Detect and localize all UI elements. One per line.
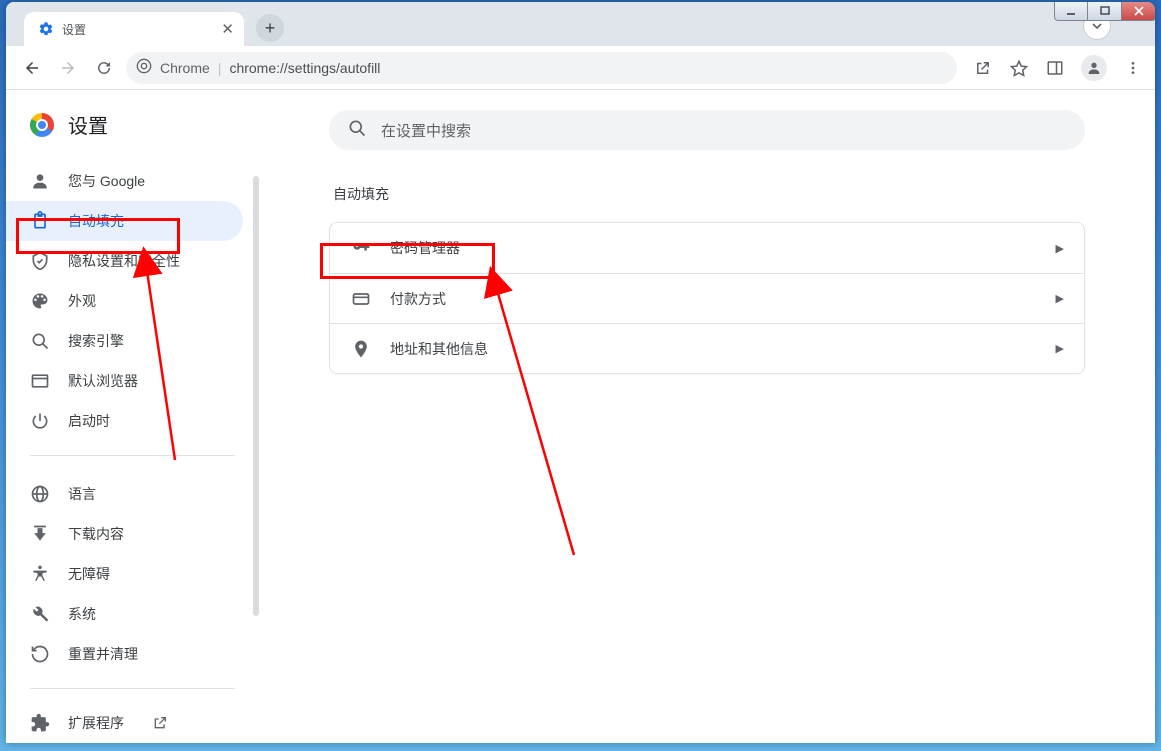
nav-system[interactable]: 系统 [6, 594, 243, 634]
star-icon[interactable] [1009, 58, 1029, 78]
puzzle-icon [30, 713, 50, 733]
external-link-icon [150, 713, 170, 733]
nav-label: 搜索引擎 [68, 331, 124, 351]
omnibox-url: chrome://settings/autofill [229, 60, 380, 76]
sidebar: 设置 您与 Google 自动填充 隐私设置和安全性 [6, 90, 255, 743]
nav-label: 启动时 [68, 411, 110, 431]
nav-downloads[interactable]: 下载内容 [6, 514, 243, 554]
card-icon [350, 288, 372, 310]
reload-button[interactable] [90, 54, 118, 82]
nav-label: 默认浏览器 [68, 371, 138, 391]
sidebar-wrap: 设置 您与 Google 自动填充 隐私设置和安全性 [6, 90, 259, 743]
nav-section-secondary: 语言 下载内容 无障碍 系统 [6, 470, 255, 674]
nav-extensions[interactable]: 扩展程序 [6, 703, 243, 743]
shield-icon [30, 251, 50, 271]
page-heading: 设置 [6, 90, 255, 157]
power-icon [30, 411, 50, 431]
omnibox-scheme: Chrome [160, 60, 210, 76]
nav-search-engine[interactable]: 搜索引擎 [6, 321, 243, 361]
toolbar-right [965, 55, 1143, 81]
nav-label: 下载内容 [68, 524, 124, 544]
nav-appearance[interactable]: 外观 [6, 281, 243, 321]
nav-you-and-google[interactable]: 您与 Google [6, 161, 243, 201]
page-title-text: 设置 [68, 110, 108, 139]
gear-icon [38, 21, 54, 37]
nav-label: 系统 [68, 604, 96, 624]
profile-avatar[interactable] [1081, 55, 1107, 81]
nav-label: 语言 [68, 484, 96, 504]
row-payment-methods[interactable]: 付款方式 ▶ [330, 273, 1084, 323]
search-icon [347, 118, 367, 142]
palette-icon [30, 291, 50, 311]
nav-divider [30, 688, 235, 689]
nav-label: 扩展程序 [68, 713, 124, 733]
restore-icon [30, 644, 50, 664]
omnibox[interactable]: Chrome | chrome://settings/autofill [126, 52, 957, 84]
section-heading: 自动填充 [333, 184, 1085, 204]
wrench-icon [30, 604, 50, 624]
row-label: 密码管理器 [390, 238, 460, 258]
browser-icon [30, 371, 50, 391]
chevron-right-icon: ▶ [1056, 342, 1064, 355]
omnibox-sep: | [218, 60, 222, 76]
nav-reset[interactable]: 重置并清理 [6, 634, 243, 674]
tab-strip: 设置 ✕ + [6, 2, 1155, 46]
chrome-url-icon [136, 58, 152, 77]
settings-content: 设置 您与 Google 自动填充 隐私设置和安全性 [6, 90, 1155, 743]
share-icon[interactable] [973, 58, 993, 78]
chrome-logo-icon [30, 113, 54, 137]
maximize-button[interactable] [1088, 2, 1122, 21]
menu-kebab-icon[interactable] [1123, 58, 1143, 78]
main-panel: 在设置中搜索 自动填充 密码管理器 ▶ 付款方式 ▶ 地址和其他信息 ▶ [259, 90, 1155, 743]
window-frame: 设置 ✕ + Chrome | chrome://settings/autofi… [6, 2, 1155, 743]
clipboard-icon [30, 211, 50, 231]
nav-section-primary: 您与 Google 自动填充 隐私设置和安全性 外观 [6, 157, 255, 441]
minimize-button[interactable] [1054, 2, 1088, 21]
tab-close-icon[interactable]: ✕ [221, 20, 234, 38]
window-controls [1054, 2, 1155, 21]
browser-tab[interactable]: 设置 ✕ [24, 12, 244, 46]
download-icon [30, 524, 50, 544]
nav-label: 无障碍 [68, 564, 110, 584]
nav-divider [30, 455, 235, 456]
new-tab-button[interactable]: + [256, 14, 284, 42]
nav-label: 自动填充 [68, 211, 124, 231]
row-label: 地址和其他信息 [390, 339, 488, 359]
accessibility-icon [30, 564, 50, 584]
chevron-right-icon: ▶ [1056, 292, 1064, 305]
globe-icon [30, 484, 50, 504]
settings-search[interactable]: 在设置中搜索 [329, 110, 1085, 150]
nav-label: 隐私设置和安全性 [68, 251, 180, 271]
row-password-manager[interactable]: 密码管理器 ▶ [330, 223, 1084, 273]
row-addresses[interactable]: 地址和其他信息 ▶ [330, 323, 1084, 373]
back-button[interactable] [18, 54, 46, 82]
autofill-card: 密码管理器 ▶ 付款方式 ▶ 地址和其他信息 ▶ [329, 222, 1085, 374]
key-icon [350, 237, 372, 259]
nav-label: 您与 Google [68, 171, 145, 191]
chevron-right-icon: ▶ [1056, 242, 1064, 255]
side-panel-icon[interactable] [1045, 58, 1065, 78]
search-icon [30, 331, 50, 351]
address-bar: Chrome | chrome://settings/autofill [6, 46, 1155, 90]
location-icon [350, 338, 372, 360]
search-placeholder: 在设置中搜索 [381, 120, 471, 141]
row-label: 付款方式 [390, 289, 446, 309]
close-window-button[interactable] [1122, 2, 1155, 21]
person-icon [30, 171, 50, 191]
nav-label: 重置并清理 [68, 644, 138, 664]
tab-title: 设置 [62, 21, 86, 38]
nav-privacy[interactable]: 隐私设置和安全性 [6, 241, 243, 281]
nav-languages[interactable]: 语言 [6, 474, 243, 514]
nav-accessibility[interactable]: 无障碍 [6, 554, 243, 594]
nav-label: 外观 [68, 291, 96, 311]
forward-button[interactable] [54, 54, 82, 82]
nav-on-startup[interactable]: 启动时 [6, 401, 243, 441]
nav-default-browser[interactable]: 默认浏览器 [6, 361, 243, 401]
nav-autofill[interactable]: 自动填充 [6, 201, 243, 241]
